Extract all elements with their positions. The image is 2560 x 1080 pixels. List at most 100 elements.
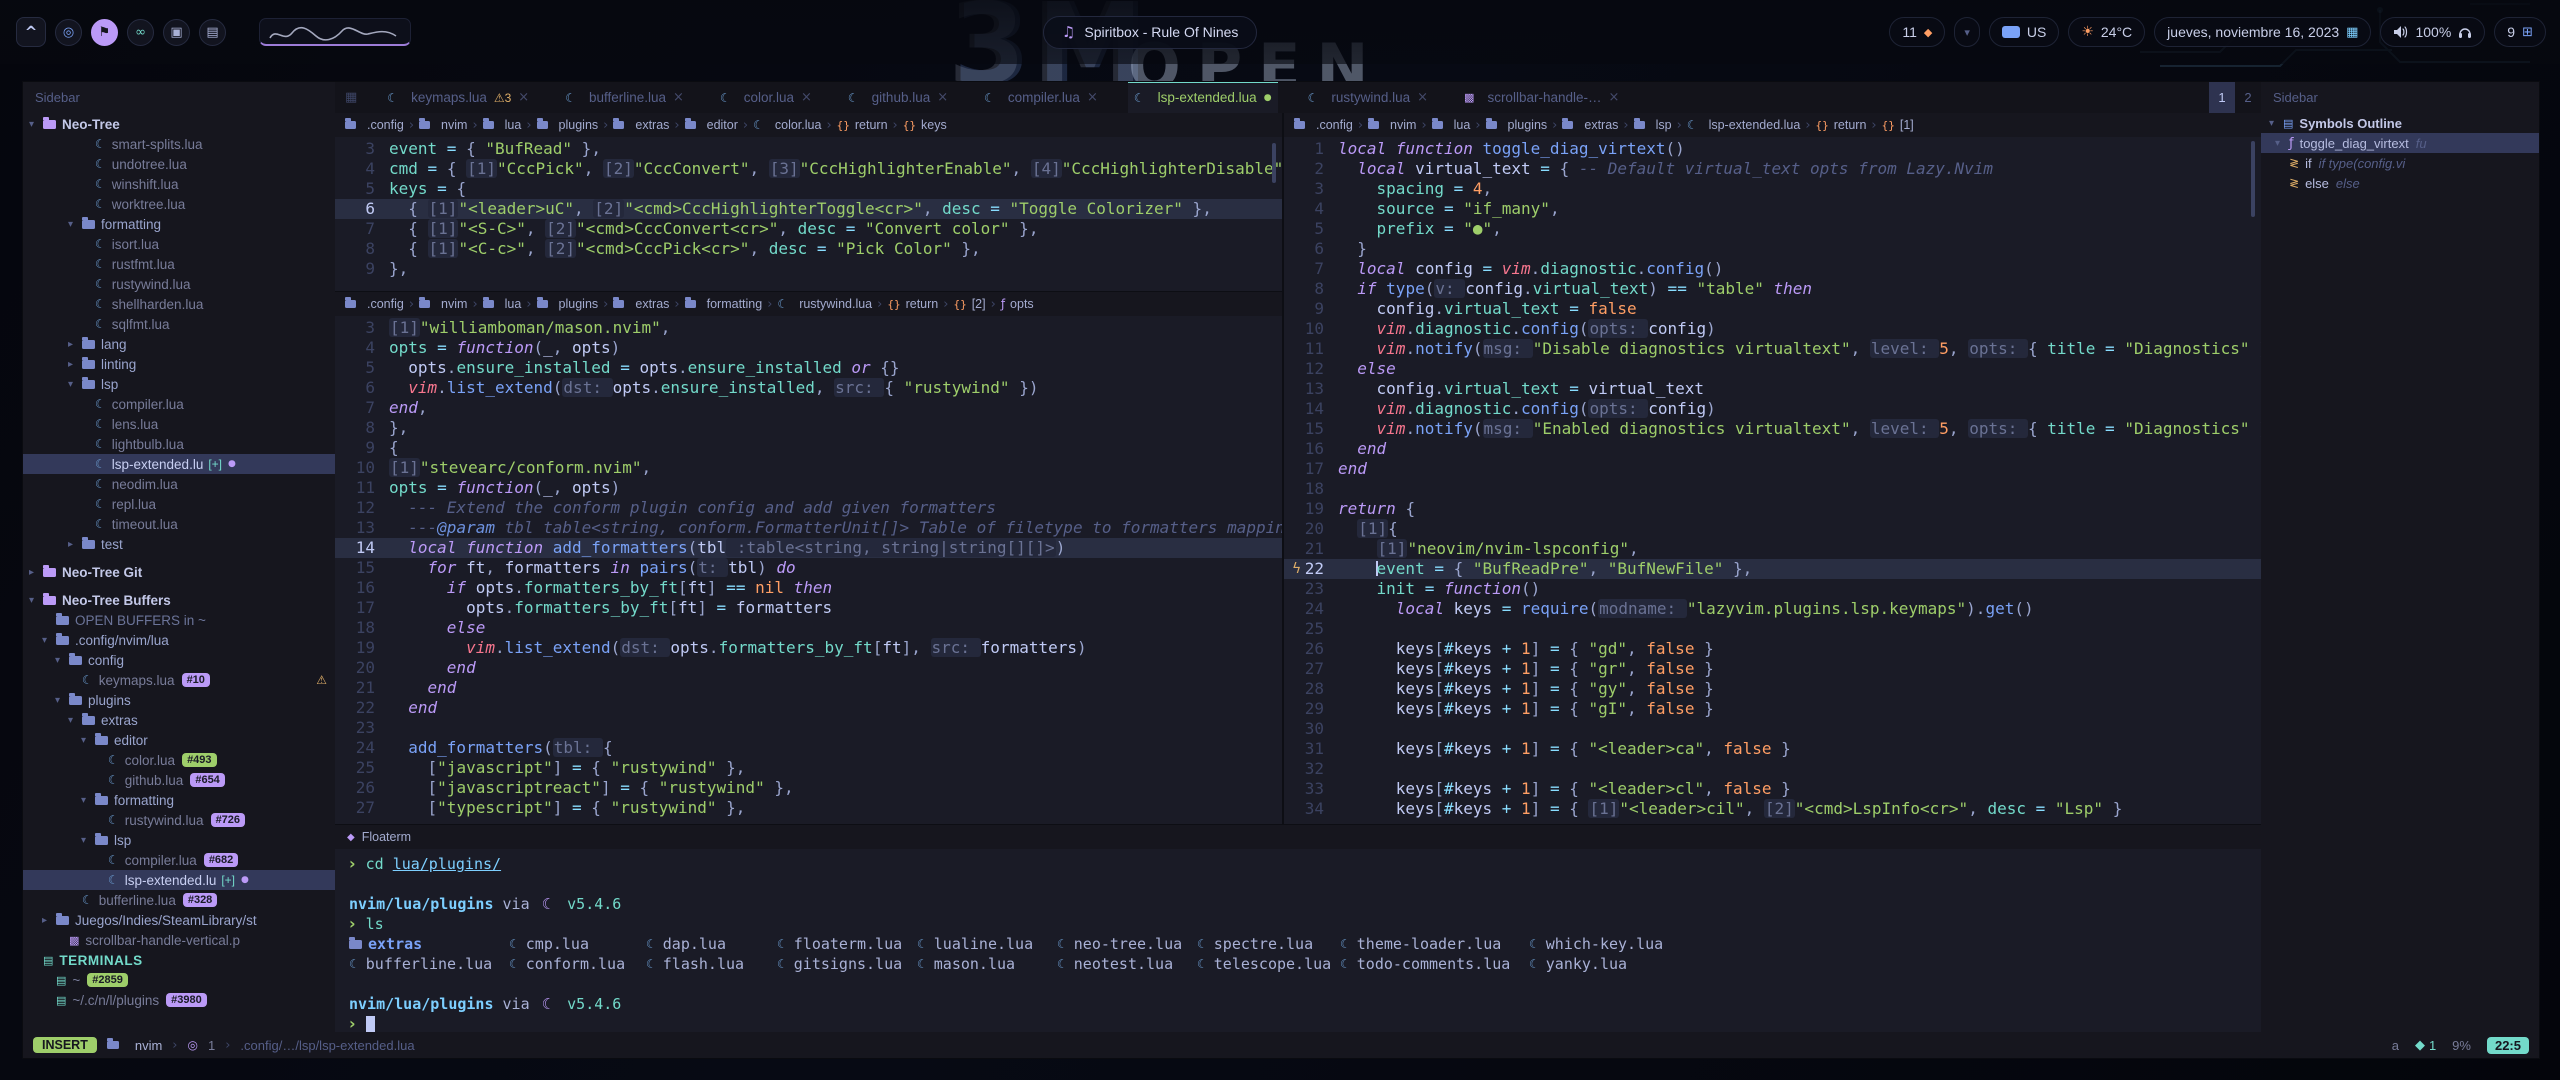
- code-line-16[interactable]: 16 if opts.formatters_by_ft[ft] == nil t…: [335, 578, 1282, 598]
- code-line-26[interactable]: 26 ["javascriptreact"] = { "rustywind" }…: [335, 778, 1282, 798]
- code-line-7[interactable]: 7 local config = vim.diagnostic.config(): [1284, 259, 2261, 279]
- outline-item-toggle-diag-virtext[interactable]: ▾ƒtoggle_diag_virtextfu: [2261, 133, 2539, 153]
- code-area[interactable]: 3[1]"williamboman/mason.nvim",4opts = fu…: [335, 316, 1282, 818]
- tree-item-scrollbar-handle-vertical-p[interactable]: ▩scrollbar-handle-vertical.p: [23, 930, 335, 950]
- workspace-button-5[interactable]: ▤: [199, 19, 226, 46]
- file-neotest-lua[interactable]: ☾neotest.lua: [1057, 954, 1197, 974]
- tree-item-isort-lua[interactable]: ☾isort.lua: [23, 234, 335, 254]
- close-icon[interactable]: ×: [1608, 90, 1619, 105]
- tree-item-open-buffers-in[interactable]: OPEN BUFFERS in ~: [23, 610, 335, 630]
- file-mason-lua[interactable]: ☾mason.lua: [917, 954, 1057, 974]
- file-bufferline-lua[interactable]: ☾bufferline.lua: [349, 954, 509, 974]
- code-line-20[interactable]: 20 end: [335, 658, 1282, 678]
- terminal[interactable]: ›cd lua/plugins/ nvim/lua/plugins via ☾ …: [335, 849, 2261, 1032]
- file-flash-lua[interactable]: ☾flash.lua: [646, 954, 777, 974]
- code-line-7[interactable]: 7end,: [335, 398, 1282, 418]
- tab-rustywind-lua[interactable]: ☾rustywind.lua×: [1302, 82, 1434, 113]
- code-line-21[interactable]: 21 [1]"neovim/nvim-lspconfig",: [1284, 539, 2261, 559]
- tree-item-plugins[interactable]: ▾plugins: [23, 690, 335, 710]
- updates-widget[interactable]: 11 ◆: [1889, 17, 1945, 47]
- tabpage-2[interactable]: 2: [2235, 82, 2261, 113]
- code-line-10[interactable]: 10[1]"stevearc/conform.nvim",: [335, 458, 1282, 478]
- code-line-14[interactable]: 14 local function add_formatters(tbl :ta…: [335, 538, 1282, 558]
- tree-section-neo-tree[interactable]: ▾Neo-Tree: [23, 114, 335, 134]
- code-line-8[interactable]: 8 if type(v: config.virtual_text) == "ta…: [1284, 279, 2261, 299]
- code-line-22[interactable]: 22ϟ event = { "BufReadPre", "BufNewFile"…: [1284, 559, 2261, 579]
- code-line-32[interactable]: 32: [1284, 759, 2261, 779]
- code-line-3[interactable]: 3event = { "BufRead" },: [335, 139, 1282, 159]
- tree-item-repl-lua[interactable]: ☾repl.lua: [23, 494, 335, 514]
- code-line-13[interactable]: 13 config.virtual_text = virtual_text: [1284, 379, 2261, 399]
- code-line-19[interactable]: 19return {: [1284, 499, 2261, 519]
- tree-item-lens-lua[interactable]: ☾lens.lua: [23, 414, 335, 434]
- file-spectre-lua[interactable]: ☾spectre.lua: [1197, 934, 1340, 954]
- code-line-11[interactable]: 11opts = function(_, opts): [335, 478, 1282, 498]
- dir-extras[interactable]: extras: [349, 934, 509, 954]
- music-widget[interactable]: ♫ Spiritbox - Rule Of Nines: [1043, 16, 1258, 49]
- tree-item-juegos-indies-steamlibrary-st[interactable]: ▸Juegos/Indies/SteamLibrary/st: [23, 910, 335, 930]
- tree-item-formatting[interactable]: ▾formatting: [23, 790, 335, 810]
- tree-item-rustywind-lua[interactable]: ☾rustywind.lua#726: [23, 810, 335, 830]
- tree-item-shellharden-lua[interactable]: ☾shellharden.lua: [23, 294, 335, 314]
- workspace-button-1[interactable]: ◎: [55, 19, 82, 46]
- code-line-9[interactable]: 9 config.virtual_text = false: [1284, 299, 2261, 319]
- code-line-23[interactable]: 23 init = function(): [1284, 579, 2261, 599]
- tree-item-lsp-extended-lu[interactable]: ☾lsp-extended.lu[+]●: [23, 870, 335, 890]
- code-line-7[interactable]: 7 { [1]"<S-C>", [2]"<cmd>CccConvert<cr>"…: [335, 219, 1282, 239]
- weather-widget[interactable]: ☀ 24°C: [2068, 17, 2145, 47]
- tree-item-lightbulb-lua[interactable]: ☾lightbulb.lua: [23, 434, 335, 454]
- file-dap-lua[interactable]: ☾dap.lua: [646, 934, 777, 954]
- keyboard-layout-widget[interactable]: US: [1989, 17, 2059, 47]
- code-line-6[interactable]: 6 vim.list_extend(dst: opts.ensure_insta…: [335, 378, 1282, 398]
- tree-item-c-n-l-plugins[interactable]: ▤~/.c/n/l/plugins#3980: [23, 990, 335, 1010]
- tree-item-lsp[interactable]: ▾lsp: [23, 374, 335, 394]
- code-line-23[interactable]: 23: [335, 718, 1282, 738]
- screens-widget[interactable]: 9 ⊞: [2494, 17, 2546, 47]
- code-line-20[interactable]: 20 [1]{: [1284, 519, 2261, 539]
- code-line-8[interactable]: 8 { [1]"<C-c>", [2]"<cmd>CccPick<cr>", d…: [335, 239, 1282, 259]
- outline-title-row[interactable]: ▾▤Symbols Outline: [2261, 113, 2539, 133]
- code-line-24[interactable]: 24 local keys = require(modname: "lazyvi…: [1284, 599, 2261, 619]
- code-line-9[interactable]: 9},: [335, 259, 1282, 279]
- volume-widget[interactable]: 100%: [2380, 17, 2485, 47]
- close-icon[interactable]: ×: [801, 90, 812, 105]
- workspace-button-3[interactable]: ∞: [127, 19, 154, 46]
- code-line-22[interactable]: 22 end: [335, 698, 1282, 718]
- file-lualine-lua[interactable]: ☾lualine.lua: [917, 934, 1057, 954]
- code-line-25[interactable]: 25: [1284, 619, 2261, 639]
- launcher-button[interactable]: ^: [16, 17, 46, 47]
- code-line-6[interactable]: 6 { [1]"<leader>uC", [2]"<cmd>CccHighlig…: [335, 199, 1282, 219]
- file-cmp-lua[interactable]: ☾cmp.lua: [509, 934, 646, 954]
- tree-item-keymaps-lua[interactable]: ☾keymaps.lua#10⚠: [23, 670, 335, 690]
- code-line-10[interactable]: 10 vim.diagnostic.config(opts: config): [1284, 319, 2261, 339]
- code-line-18[interactable]: 18: [1284, 479, 2261, 499]
- tab-github-lua[interactable]: ☾github.lua×: [842, 82, 954, 113]
- code-line-5[interactable]: 5keys = {: [335, 179, 1282, 199]
- code-line-16[interactable]: 16 end: [1284, 439, 2261, 459]
- tree-item-lang[interactable]: ▸lang: [23, 334, 335, 354]
- tree-item-formatting[interactable]: ▾formatting: [23, 214, 335, 234]
- code-line-30[interactable]: 30: [1284, 719, 2261, 739]
- tree-item-worktree-lua[interactable]: ☾worktree.lua: [23, 194, 335, 214]
- file-which-key-lua[interactable]: ☾which-key.lua: [1529, 934, 2247, 954]
- close-icon[interactable]: ×: [937, 90, 948, 105]
- code-area[interactable]: 3event = { "BufRead" },4cmd = { [1]"CccP…: [335, 137, 1282, 279]
- tab-scrollbar-handle[interactable]: ▩scrollbar-handle-…×: [1458, 82, 1625, 113]
- workspace-button-2[interactable]: ⚑: [91, 19, 118, 46]
- tab-color-lua[interactable]: ☾color.lua×: [714, 82, 818, 113]
- tree-item-config-nvim-lua[interactable]: ▾.config/nvim/lua: [23, 630, 335, 650]
- file-telescope-lua[interactable]: ☾telescope.lua: [1197, 954, 1340, 974]
- code-line-34[interactable]: 34 keys[#keys + 1] = { [1]"<leader>cil",…: [1284, 799, 2261, 819]
- tree-item-compiler-lua[interactable]: ☾compiler.lua#682: [23, 850, 335, 870]
- tree-item-lsp[interactable]: ▾lsp: [23, 830, 335, 850]
- code-line-18[interactable]: 18 else: [335, 618, 1282, 638]
- code-line-4[interactable]: 4cmd = { [1]"CccPick", [2]"CccConvert", …: [335, 159, 1282, 179]
- code-line-28[interactable]: 28 keys[#keys + 1] = { "gy", false }: [1284, 679, 2261, 699]
- code-line-25[interactable]: 25 ["javascript"] = { "rustywind" },: [335, 758, 1282, 778]
- pane-rustywind-lua[interactable]: .config›nvim›lua›plugins›extras›formatti…: [335, 291, 1282, 824]
- tree-item-compiler-lua[interactable]: ☾compiler.lua: [23, 394, 335, 414]
- code-area[interactable]: 1local function toggle_diag_virtext()2 l…: [1284, 137, 2261, 819]
- tab-keymaps-lua[interactable]: ☾keymaps.lua⚠3×: [381, 82, 535, 113]
- tree-item-rustywind-lua[interactable]: ☾rustywind.lua: [23, 274, 335, 294]
- file-theme-loader-lua[interactable]: ☾theme-loader.lua: [1340, 934, 1529, 954]
